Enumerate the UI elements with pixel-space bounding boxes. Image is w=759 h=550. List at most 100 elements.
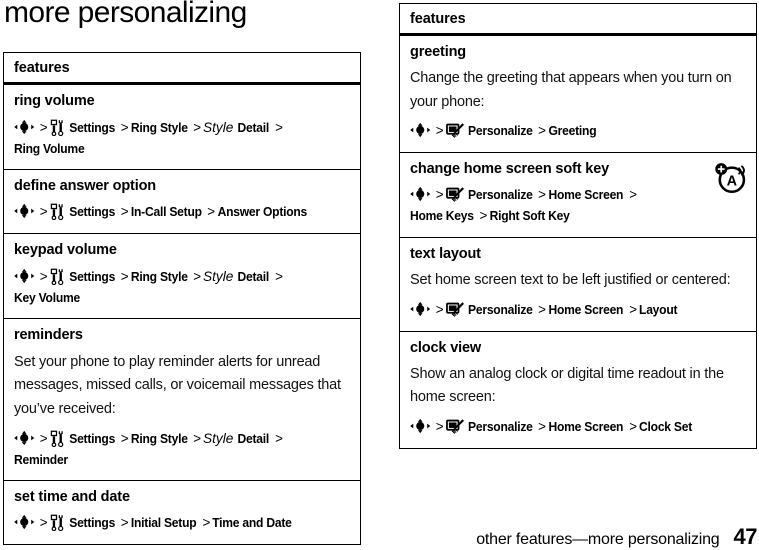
right-table-header: features bbox=[400, 4, 756, 36]
path-menu-label[interactable]: Reminder bbox=[14, 450, 68, 470]
nav-key-icon bbox=[409, 301, 431, 317]
page-title: more personalizing bbox=[4, 0, 247, 29]
audio-note-marker-icon: A bbox=[714, 161, 748, 195]
path-menu-label[interactable]: Ring Style bbox=[131, 118, 188, 138]
path-separator-icon: > bbox=[40, 515, 48, 531]
path-menu-label[interactable]: Detail bbox=[237, 429, 269, 449]
feature-row: greeting Change the greeting that appears… bbox=[400, 36, 756, 154]
path-menu-label[interactable]: Home Screen bbox=[548, 300, 623, 320]
path-separator-icon: > bbox=[274, 120, 283, 136]
feature-title: greeting bbox=[410, 44, 466, 60]
path-menu-label[interactable]: Greeting bbox=[548, 121, 596, 141]
path-menu-label[interactable]: In-Call Setup bbox=[131, 202, 202, 222]
path-menu-label[interactable]: Detail bbox=[237, 118, 269, 138]
path-menu-label[interactable]: Right Soft Key bbox=[490, 206, 570, 226]
feature-description: Set your phone to play reminder alerts f… bbox=[14, 353, 341, 417]
feature-row: reminders Set your phone to play reminder… bbox=[4, 319, 360, 482]
path-menu-label[interactable]: Personalize bbox=[468, 121, 533, 141]
path-separator-icon: > bbox=[628, 187, 637, 203]
path-menu-label[interactable]: Home Screen bbox=[548, 417, 623, 437]
path-menu-label[interactable]: Ring Style bbox=[131, 429, 188, 449]
feature-title: clock view bbox=[410, 339, 482, 356]
path-separator-icon: > bbox=[202, 515, 210, 531]
personalize-pencil-icon bbox=[446, 301, 466, 317]
path-separator-icon: > bbox=[120, 515, 129, 531]
path-menu-label[interactable]: Settings bbox=[69, 118, 115, 138]
path-menu-label[interactable]: Key Volume bbox=[14, 288, 80, 308]
path-menu-label[interactable]: Home Screen bbox=[548, 185, 623, 205]
path-menu-label[interactable]: Home Keys bbox=[410, 206, 474, 226]
path-menu-label[interactable]: Answer Options bbox=[218, 202, 308, 222]
feature-title: keypad volume bbox=[14, 242, 117, 259]
path-menu-label[interactable]: Layout bbox=[639, 300, 677, 320]
path-variable-label: Style bbox=[202, 119, 234, 136]
feature-title: text layout bbox=[410, 245, 481, 262]
nav-key-icon bbox=[409, 186, 431, 202]
path-menu-label[interactable]: Ring Style bbox=[131, 267, 188, 287]
right-table-body: greeting Change the greeting that appears… bbox=[400, 36, 756, 448]
path-menu-label[interactable]: Initial Setup bbox=[131, 513, 197, 533]
path-menu-label[interactable]: Clock Set bbox=[639, 417, 692, 437]
path-separator-icon: > bbox=[120, 269, 129, 285]
feature-title: set time and date bbox=[14, 489, 130, 506]
path-separator-icon: > bbox=[274, 269, 283, 285]
navigation-path: > Personalize > Home Screen > Clock Set bbox=[410, 417, 722, 438]
feature-row: text layout Set home screen text to be le… bbox=[400, 238, 756, 332]
path-menu-label[interactable]: Settings bbox=[69, 513, 115, 533]
path-menu-label[interactable]: Personalize bbox=[468, 300, 533, 320]
nav-key-icon bbox=[13, 514, 35, 530]
path-separator-icon: > bbox=[120, 120, 129, 136]
path-separator-icon: > bbox=[479, 208, 488, 224]
navigation-path: > Settings > Ring Style > Style Detail >Re… bbox=[14, 428, 326, 470]
personalize-pencil-icon bbox=[446, 418, 466, 434]
path-separator-icon: > bbox=[40, 431, 48, 446]
nav-key-icon bbox=[13, 203, 35, 219]
path-separator-icon: > bbox=[120, 204, 129, 220]
feature-title: ring volume bbox=[14, 93, 95, 109]
feature-row: clock view Show an analog clock or digita… bbox=[400, 332, 756, 448]
path-separator-icon: > bbox=[207, 204, 216, 220]
path-separator-icon: > bbox=[40, 120, 48, 136]
svg-text:A: A bbox=[727, 174, 738, 190]
navigation-path: > Settings > Ring Style > Style Detail >Ke… bbox=[14, 266, 326, 308]
path-separator-icon: > bbox=[628, 418, 637, 434]
footer-breadcrumb: other features—more personalizing bbox=[476, 531, 720, 548]
path-separator-icon: > bbox=[538, 123, 546, 139]
path-menu-label[interactable]: Time and Date bbox=[212, 513, 292, 533]
settings-tools-icon bbox=[50, 430, 67, 448]
settings-tools-icon bbox=[50, 119, 67, 137]
path-separator-icon: > bbox=[628, 301, 637, 317]
nav-key-icon bbox=[409, 418, 431, 434]
path-menu-label[interactable]: Ring Volume bbox=[14, 139, 85, 159]
feature-row: keypad volume > Settings > Ring Style > St… bbox=[4, 234, 360, 320]
path-menu-label[interactable]: Settings bbox=[69, 202, 115, 222]
navigation-path: > Settings > In-Call Setup > Answer Option… bbox=[14, 202, 326, 223]
path-variable-label: Style bbox=[202, 430, 234, 446]
personalize-pencil-icon bbox=[446, 122, 466, 138]
navigation-path: > Personalize > Home Screen > Layout bbox=[410, 300, 722, 321]
navigation-path: > Settings > Initial Setup > Time and Date bbox=[14, 513, 326, 534]
path-menu-label[interactable]: Detail bbox=[237, 267, 269, 287]
nav-key-icon bbox=[409, 122, 431, 138]
left-table-header: features bbox=[4, 53, 360, 85]
path-separator-icon: > bbox=[193, 431, 201, 446]
path-separator-icon: > bbox=[40, 269, 48, 285]
settings-tools-icon bbox=[50, 203, 67, 221]
path-separator-icon: > bbox=[538, 187, 546, 203]
path-separator-icon: > bbox=[193, 120, 201, 136]
path-separator-icon: > bbox=[538, 418, 546, 434]
path-separator-icon: > bbox=[120, 431, 129, 446]
feature-title: reminders bbox=[14, 327, 83, 344]
path-menu-label[interactable]: Settings bbox=[69, 267, 115, 287]
personalize-pencil-icon bbox=[446, 186, 466, 202]
path-menu-label[interactable]: Personalize bbox=[468, 185, 533, 205]
page-number: 47 bbox=[733, 524, 758, 549]
navigation-path: > Personalize > Home Screen >Home Keys > R… bbox=[410, 185, 687, 227]
path-menu-label[interactable]: Settings bbox=[69, 429, 115, 449]
settings-tools-icon bbox=[50, 268, 67, 286]
path-menu-label[interactable]: Personalize bbox=[468, 417, 533, 437]
nav-key-icon bbox=[13, 119, 35, 135]
path-variable-label: Style bbox=[202, 268, 234, 285]
path-separator-icon: > bbox=[193, 269, 201, 285]
feature-row: set time and date > Settings > Initial Se… bbox=[4, 481, 360, 544]
